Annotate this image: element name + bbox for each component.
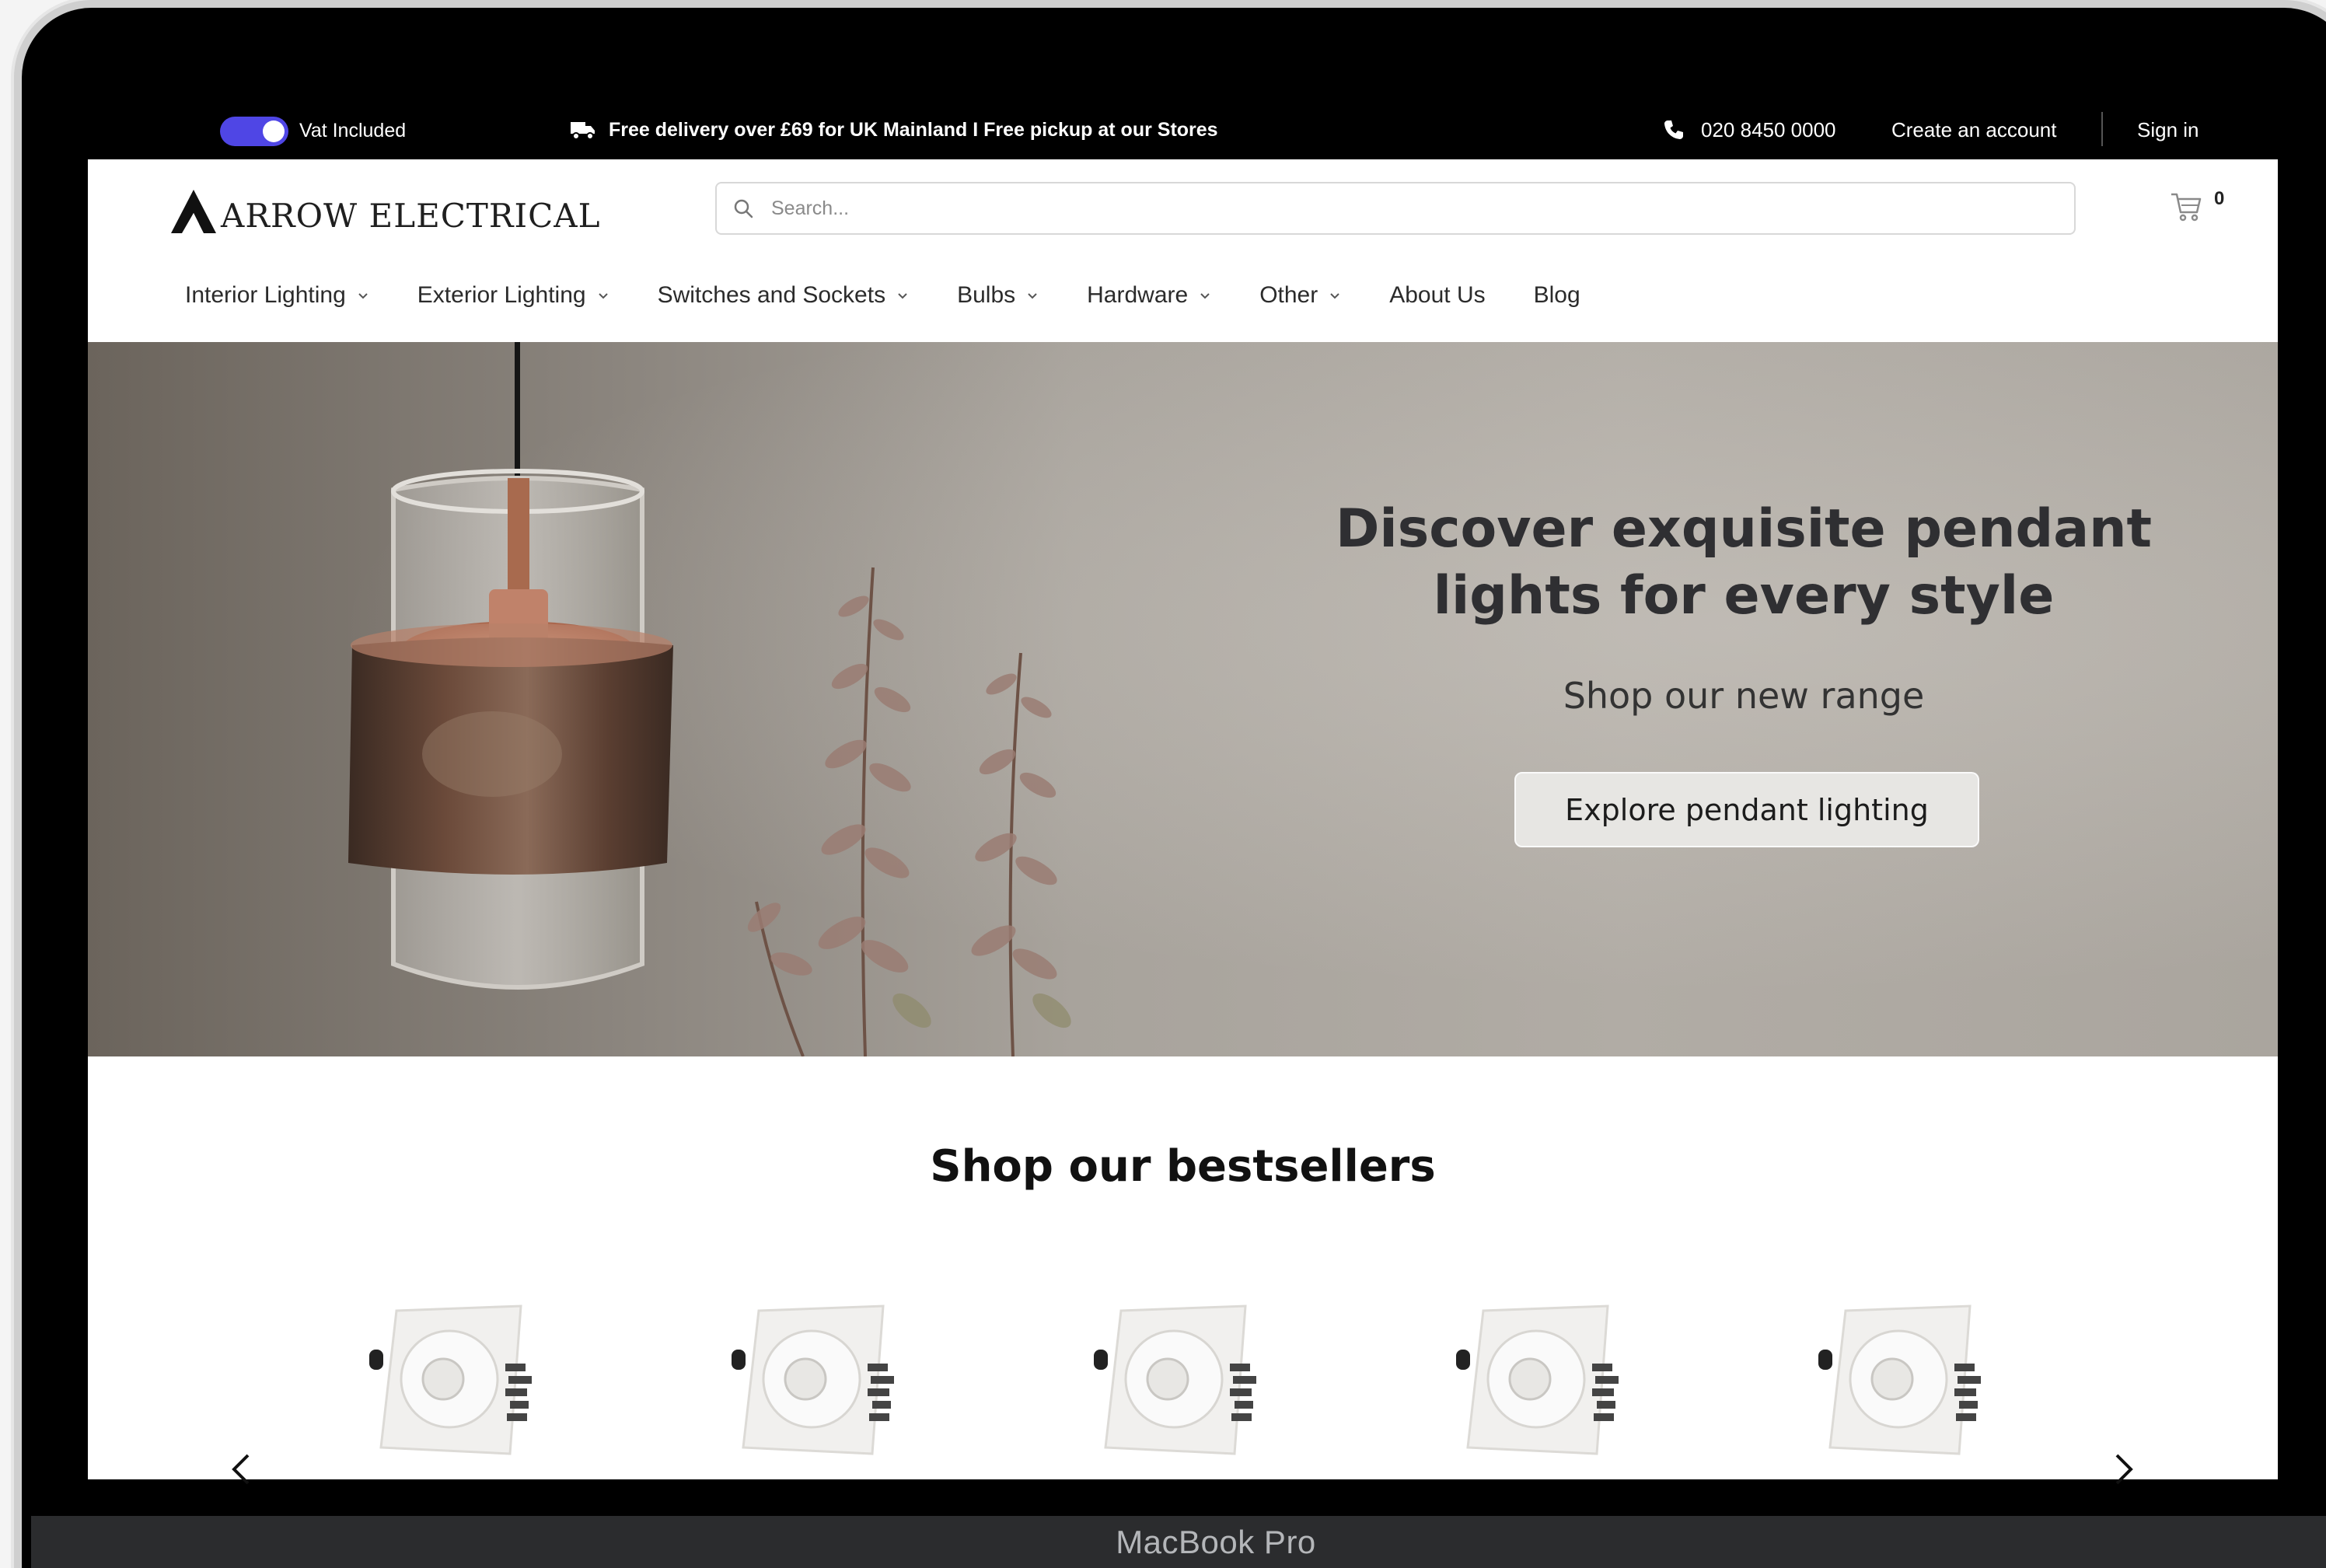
nav-item-switches-and-sockets[interactable]: Switches and Sockets — [658, 282, 909, 309]
downlight-product-image — [1818, 1304, 1981, 1455]
nav-item-interior-lighting[interactable]: Interior Lighting — [185, 282, 369, 309]
device-label: MacBook Pro — [1116, 1523, 1316, 1560]
chevron-down-icon — [598, 293, 608, 299]
hero-title: Discover exquisite pendant lights for ev… — [1335, 498, 2153, 627]
search-input[interactable] — [771, 197, 2074, 220]
utility-bar: Vat Included Free delivery over £69 for … — [88, 101, 2278, 159]
chevron-down-icon — [898, 293, 907, 299]
truck-icon — [571, 122, 595, 140]
nav-item-label: Switches and Sockets — [657, 282, 886, 308]
topbar-divider — [2101, 112, 2103, 146]
nav-item-hardware[interactable]: Hardware — [1087, 282, 1211, 309]
chevron-right-icon[interactable] — [2111, 1451, 2137, 1488]
nav-item-blog[interactable]: Blog — [1534, 282, 1580, 309]
nav-item-label: Other — [1259, 282, 1318, 308]
product-card[interactable] — [1814, 1301, 1993, 1465]
nav-item-other[interactable]: Other — [1259, 282, 1341, 309]
search-bar[interactable] — [715, 182, 2076, 235]
nav-item-about-us[interactable]: About Us — [1389, 282, 1485, 309]
create-account-link[interactable]: Create an account — [1891, 118, 2056, 142]
nav-item-label: Hardware — [1087, 282, 1189, 308]
explore-pendant-lighting-button[interactable]: Explore pendant lighting — [1514, 772, 1979, 847]
hero-banner: Discover exquisite pendant lights for ev… — [88, 342, 2278, 1056]
vat-toggle[interactable] — [220, 117, 288, 146]
product-card[interactable] — [1090, 1301, 1269, 1465]
phone-icon — [1664, 120, 1683, 139]
chevron-down-icon — [358, 293, 368, 299]
bestsellers-title: Shop our bestsellers — [930, 1141, 1436, 1192]
product-card[interactable] — [728, 1301, 906, 1465]
product-card[interactable] — [1452, 1301, 1631, 1465]
cart-icon[interactable] — [2169, 190, 2203, 224]
cart-count: 0 — [2214, 188, 2225, 209]
logo-text: ARROW ELECTRICAL — [221, 197, 601, 235]
nav-item-label: Bulbs — [957, 282, 1016, 308]
site-logo[interactable]: ARROW ELECTRICAL — [169, 180, 600, 235]
pendant-lamp-image — [348, 342, 1071, 1056]
main-nav: Interior Lighting Exterior Lighting Swit… — [185, 278, 1629, 313]
nav-item-label: Exterior Lighting — [417, 282, 586, 308]
phone-number[interactable]: 020 8450 0000 — [1701, 118, 1836, 142]
product-card[interactable] — [365, 1301, 544, 1465]
laptop-chin: MacBook Pro — [31, 1516, 2326, 1568]
nav-item-label: Blog — [1533, 282, 1580, 308]
vat-toggle-knob — [263, 120, 285, 142]
downlight-product-image — [369, 1304, 532, 1455]
vat-label: Vat Included — [299, 120, 407, 141]
downlight-product-image — [732, 1304, 894, 1455]
chevron-down-icon — [1200, 293, 1210, 299]
delivery-promo: Free delivery over £69 for UK Mainland I… — [609, 119, 1218, 141]
nav-item-label: Interior Lighting — [185, 282, 346, 308]
hero-subtitle: Shop our new range — [1563, 675, 1925, 717]
sign-in-link[interactable]: Sign in — [2137, 118, 2199, 142]
nav-item-label: About Us — [1389, 282, 1486, 308]
chevron-down-icon — [1330, 293, 1339, 299]
nav-item-bulbs[interactable]: Bulbs — [957, 282, 1039, 309]
downlight-product-image — [1094, 1304, 1256, 1455]
downlight-product-image — [1456, 1304, 1619, 1455]
search-icon — [734, 199, 753, 218]
chevron-left-icon[interactable] — [228, 1451, 254, 1488]
arrow-logo-icon — [171, 190, 216, 233]
chevron-down-icon — [1028, 293, 1037, 299]
nav-item-exterior-lighting[interactable]: Exterior Lighting — [417, 282, 609, 309]
